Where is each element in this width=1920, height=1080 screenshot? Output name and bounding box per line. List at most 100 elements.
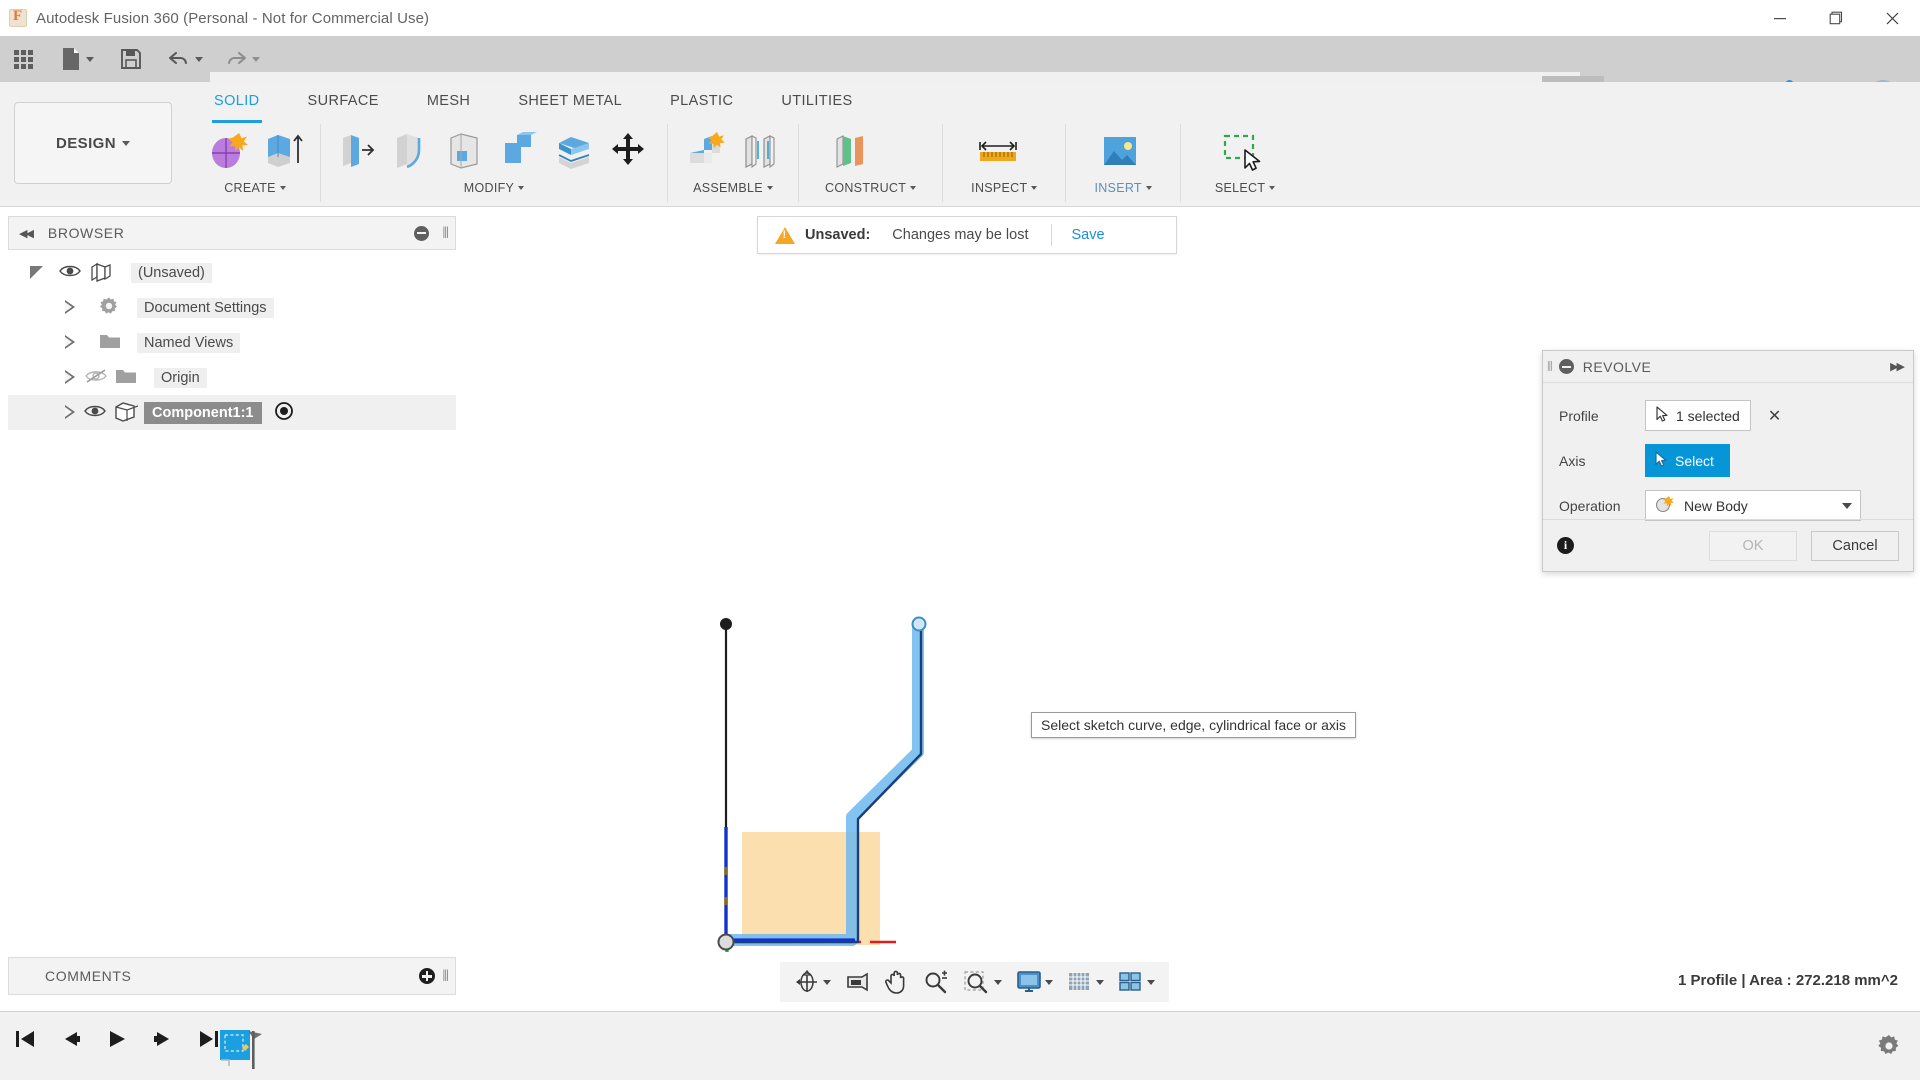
play-icon[interactable] [102, 1024, 132, 1054]
orbit-icon[interactable] [788, 963, 837, 1001]
expander-right-icon[interactable] [65, 300, 76, 315]
step-back-icon[interactable] [56, 1024, 86, 1054]
new-component-icon[interactable] [684, 129, 728, 173]
app-grid-icon[interactable] [0, 36, 40, 82]
tree-item-unsaved[interactable]: (Unsaved) [8, 255, 456, 290]
collapse-left-icon[interactable]: ◀◀ [19, 227, 34, 240]
offset-plane-icon[interactable] [829, 129, 873, 173]
step-forward-icon[interactable] [148, 1024, 178, 1054]
tab-surface[interactable]: SURFACE [284, 92, 403, 120]
ok-button[interactable]: OK [1709, 530, 1797, 561]
skip-first-icon[interactable] [10, 1024, 40, 1054]
info-icon[interactable]: i [1557, 537, 1574, 554]
maximize-button[interactable] [1808, 0, 1864, 36]
move-copy-icon[interactable] [607, 129, 651, 173]
expander-right-icon[interactable] [65, 335, 76, 350]
chevron-down-icon[interactable] [994, 979, 1002, 985]
measure-icon[interactable] [975, 129, 1019, 173]
minimize-panel-icon[interactable] [414, 225, 429, 241]
tree-item-component1[interactable]: Component1:1 [8, 395, 456, 430]
timeline-feature-sketch1[interactable] [218, 1026, 262, 1069]
eye-icon[interactable] [84, 404, 106, 422]
grid-snaps-icon[interactable] [1061, 963, 1110, 1001]
select-window-icon[interactable] [1219, 129, 1263, 173]
chevron-down-icon[interactable] [1096, 979, 1104, 985]
chevron-down-icon[interactable] [766, 186, 773, 190]
insert-image-icon[interactable] [1098, 129, 1142, 173]
comments-panel[interactable]: COMMENTS ⦀ [8, 957, 456, 995]
tab-utilities[interactable]: UTILITIES [757, 92, 876, 120]
tab-sheet-metal[interactable]: SHEET METAL [494, 92, 646, 120]
tab-mesh[interactable]: MESH [403, 92, 495, 120]
window-title-bar: Autodesk Fusion 360 (Personal - Not for … [0, 0, 1920, 36]
ribbon-group-construct-label: CONSTRUCT [825, 178, 917, 198]
look-at-icon[interactable] [839, 963, 877, 1001]
undo-icon[interactable] [161, 36, 210, 82]
grip-icon[interactable]: ⦀ [442, 225, 449, 242]
expander-right-icon[interactable] [65, 405, 76, 420]
chevron-down-icon[interactable] [1269, 186, 1276, 190]
zoom-window-icon[interactable] [957, 963, 1008, 1001]
tree-item-label: Document Settings [137, 297, 274, 318]
settings-gear-icon[interactable] [1876, 1033, 1902, 1064]
save-link[interactable]: Save [1072, 227, 1105, 243]
expander-right-icon[interactable] [65, 370, 76, 385]
viewports-icon[interactable] [1112, 963, 1161, 1001]
chevron-down-icon[interactable] [518, 186, 525, 190]
eye-hidden-icon[interactable] [84, 368, 108, 388]
joint-icon[interactable] [738, 129, 782, 173]
tree-item-origin[interactable]: Origin [8, 360, 456, 395]
radio-active-icon[interactable] [274, 401, 294, 425]
chevron-down-icon[interactable] [1147, 979, 1155, 985]
folder-icon [114, 366, 138, 390]
viewport-tooltip-text: Select sketch curve, edge, cylindrical f… [1041, 717, 1347, 733]
ribbon-groups: CREATE MODIFY ASSEMBLE CONSTRUCT INSPECT… [190, 124, 1309, 202]
chevron-down-icon[interactable] [910, 186, 917, 190]
combine-icon[interactable] [499, 129, 543, 173]
clear-profile-selection-button[interactable]: ✕ [1768, 406, 1781, 426]
expand-right-icon[interactable]: ▶▶ [1890, 360, 1905, 373]
chevron-down-icon[interactable] [1842, 502, 1852, 509]
dialog-header[interactable]: ⦀ REVOLVE ▶▶ [1543, 351, 1913, 383]
cancel-button[interactable]: Cancel [1811, 530, 1899, 561]
close-button[interactable] [1864, 0, 1920, 36]
tab-solid[interactable]: SOLID [190, 92, 284, 123]
ribbon-group-construct: CONSTRUCT [798, 124, 942, 202]
tree-item-document-settings[interactable]: Document Settings [8, 290, 456, 325]
save-icon[interactable] [113, 36, 149, 82]
expander-down-icon[interactable] [30, 266, 43, 279]
minimize-dialog-icon[interactable] [1558, 359, 1574, 374]
offset-face-icon[interactable] [553, 129, 597, 173]
operation-dropdown[interactable]: New Body [1645, 490, 1861, 521]
pan-icon[interactable] [879, 963, 915, 1001]
add-comment-icon[interactable] [419, 968, 435, 984]
eye-icon[interactable] [59, 264, 81, 282]
extrude-icon[interactable] [260, 129, 304, 173]
shell-icon[interactable] [445, 129, 489, 173]
tree-item-named-views[interactable]: Named Views [8, 325, 456, 360]
chevron-down-icon[interactable] [1145, 186, 1152, 190]
minimize-button[interactable] [1752, 0, 1808, 36]
display-settings-icon[interactable] [1010, 963, 1059, 1001]
axis-select-button[interactable]: Select [1645, 444, 1730, 477]
workspace-switcher[interactable]: DESIGN [14, 102, 172, 184]
window-title: Autodesk Fusion 360 (Personal - Not for … [36, 9, 430, 27]
chevron-down-icon[interactable] [1031, 186, 1038, 190]
chevron-down-icon [252, 56, 260, 62]
new-file-icon[interactable] [54, 36, 101, 82]
cursor-icon [1655, 451, 1668, 470]
grip-icon[interactable]: ⦀ [442, 968, 449, 985]
ribbon-group-modify: MODIFY [320, 124, 667, 202]
grip-icon[interactable]: ⦀ [1547, 359, 1553, 375]
zoom-icon[interactable] [917, 963, 955, 1001]
chevron-down-icon[interactable] [1045, 979, 1053, 985]
chevron-down-icon[interactable] [279, 186, 286, 190]
create-sketch-icon[interactable] [206, 129, 250, 173]
dialog-title: REVOLVE [1582, 358, 1652, 375]
profile-selection-field[interactable]: 1 selected [1645, 400, 1751, 431]
fillet-icon[interactable] [391, 129, 435, 173]
chevron-down-icon[interactable] [823, 979, 831, 985]
tab-plastic[interactable]: PLASTIC [646, 92, 757, 120]
press-pull-icon[interactable] [337, 129, 381, 173]
ribbon-group-insert-label: INSERT [1094, 178, 1152, 198]
